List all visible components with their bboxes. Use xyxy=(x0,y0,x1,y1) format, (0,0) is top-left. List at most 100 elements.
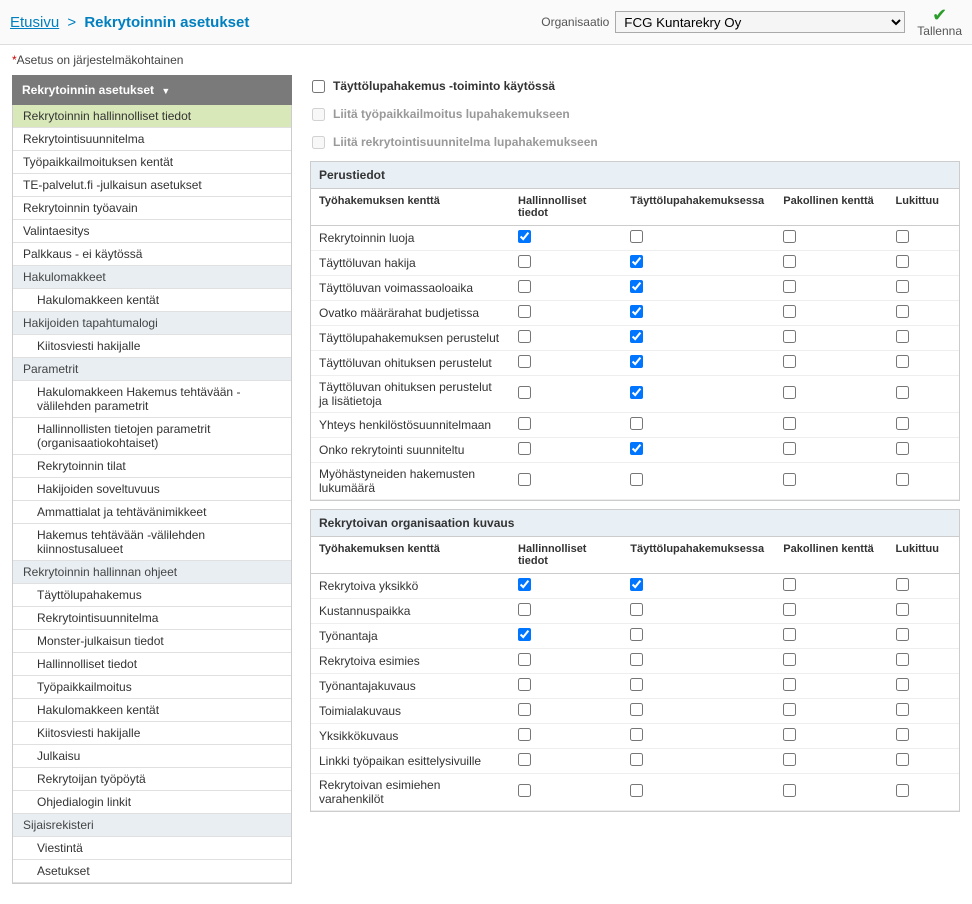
checkbox-h[interactable] xyxy=(518,417,531,430)
checkbox-h[interactable] xyxy=(518,678,531,691)
checkbox-l[interactable] xyxy=(896,442,909,455)
checkbox-t[interactable] xyxy=(630,784,643,797)
checkbox-t[interactable] xyxy=(630,280,643,293)
checkbox-h[interactable] xyxy=(518,305,531,318)
checkbox-p[interactable] xyxy=(783,703,796,716)
checkbox-p[interactable] xyxy=(783,280,796,293)
checkbox-h[interactable] xyxy=(518,703,531,716)
checkbox-l[interactable] xyxy=(896,678,909,691)
sidebar-item[interactable]: Ammattialat ja tehtävänimikkeet xyxy=(13,501,291,524)
checkbox-t[interactable] xyxy=(630,603,643,616)
sidebar-item[interactable]: Rekrytointisuunnitelma xyxy=(13,128,291,151)
checkbox-p[interactable] xyxy=(783,230,796,243)
sidebar-item[interactable]: Täyttölupahakemus xyxy=(13,584,291,607)
sidebar-item[interactable]: Hakulomakkeen kentät xyxy=(13,699,291,722)
sidebar-item[interactable]: Monster-julkaisun tiedot xyxy=(13,630,291,653)
organisation-select[interactable]: FCG Kuntarekry Oy xyxy=(615,11,905,33)
checkbox-h[interactable] xyxy=(518,330,531,343)
checkbox-t[interactable] xyxy=(630,628,643,641)
sidebar-item[interactable]: Asetukset xyxy=(13,860,291,883)
sidebar-item[interactable]: Sijaisrekisteri xyxy=(13,814,291,837)
checkbox-t[interactable] xyxy=(630,230,643,243)
sidebar-item[interactable]: Valintaesitys xyxy=(13,220,291,243)
checkbox-t[interactable] xyxy=(630,442,643,455)
option-checkbox[interactable] xyxy=(312,80,325,93)
checkbox-l[interactable] xyxy=(896,653,909,666)
checkbox-l[interactable] xyxy=(896,417,909,430)
checkbox-h[interactable] xyxy=(518,355,531,368)
checkbox-l[interactable] xyxy=(896,628,909,641)
checkbox-l[interactable] xyxy=(896,603,909,616)
sidebar-item[interactable]: Kiitosviesti hakijalle xyxy=(13,722,291,745)
checkbox-h[interactable] xyxy=(518,280,531,293)
checkbox-h[interactable] xyxy=(518,386,531,399)
sidebar-item[interactable]: TE-palvelut.fi -julkaisun asetukset xyxy=(13,174,291,197)
checkbox-p[interactable] xyxy=(783,728,796,741)
checkbox-p[interactable] xyxy=(783,753,796,766)
checkbox-p[interactable] xyxy=(783,386,796,399)
checkbox-t[interactable] xyxy=(630,255,643,268)
save-button[interactable]: ✔ Tallenna xyxy=(917,6,962,38)
checkbox-t[interactable] xyxy=(630,473,643,486)
sidebar-header[interactable]: Rekrytoinnin asetukset ▼ xyxy=(12,75,292,105)
breadcrumb-home[interactable]: Etusivu xyxy=(10,14,59,31)
checkbox-p[interactable] xyxy=(783,355,796,368)
checkbox-t[interactable] xyxy=(630,417,643,430)
checkbox-h[interactable] xyxy=(518,653,531,666)
sidebar-item[interactable]: Julkaisu xyxy=(13,745,291,768)
checkbox-t[interactable] xyxy=(630,386,643,399)
sidebar-item[interactable]: Rekrytoinnin hallinnolliset tiedot xyxy=(13,105,291,128)
sidebar-item[interactable]: Kiitosviesti hakijalle xyxy=(13,335,291,358)
checkbox-t[interactable] xyxy=(630,653,643,666)
checkbox-l[interactable] xyxy=(896,280,909,293)
checkbox-t[interactable] xyxy=(630,678,643,691)
checkbox-p[interactable] xyxy=(783,628,796,641)
sidebar-item[interactable]: Parametrit xyxy=(13,358,291,381)
sidebar-item[interactable]: Rekrytoinnin hallinnan ohjeet xyxy=(13,561,291,584)
checkbox-l[interactable] xyxy=(896,753,909,766)
checkbox-p[interactable] xyxy=(783,473,796,486)
checkbox-p[interactable] xyxy=(783,678,796,691)
checkbox-h[interactable] xyxy=(518,628,531,641)
checkbox-p[interactable] xyxy=(783,653,796,666)
sidebar-item[interactable]: Työpaikkailmoitus xyxy=(13,676,291,699)
sidebar-item[interactable]: Rekrytoinnin työavain xyxy=(13,197,291,220)
checkbox-h[interactable] xyxy=(518,753,531,766)
checkbox-l[interactable] xyxy=(896,578,909,591)
sidebar-item[interactable]: Rekrytoinnin tilat xyxy=(13,455,291,478)
sidebar-item[interactable]: Työpaikkailmoituksen kentät xyxy=(13,151,291,174)
checkbox-h[interactable] xyxy=(518,728,531,741)
sidebar-item[interactable]: Hakijoiden tapahtumalogi xyxy=(13,312,291,335)
checkbox-h[interactable] xyxy=(518,255,531,268)
checkbox-h[interactable] xyxy=(518,230,531,243)
sidebar-item[interactable]: Hallinnolliset tiedot xyxy=(13,653,291,676)
checkbox-p[interactable] xyxy=(783,603,796,616)
sidebar-item[interactable]: Hakulomakkeet xyxy=(13,266,291,289)
checkbox-t[interactable] xyxy=(630,305,643,318)
checkbox-t[interactable] xyxy=(630,355,643,368)
checkbox-t[interactable] xyxy=(630,753,643,766)
checkbox-p[interactable] xyxy=(783,784,796,797)
checkbox-h[interactable] xyxy=(518,603,531,616)
checkbox-p[interactable] xyxy=(783,330,796,343)
checkbox-l[interactable] xyxy=(896,305,909,318)
checkbox-l[interactable] xyxy=(896,230,909,243)
sidebar-item[interactable]: Hakemus tehtävään -välilehden kiinnostus… xyxy=(13,524,291,561)
checkbox-h[interactable] xyxy=(518,578,531,591)
checkbox-l[interactable] xyxy=(896,473,909,486)
checkbox-p[interactable] xyxy=(783,578,796,591)
checkbox-t[interactable] xyxy=(630,330,643,343)
sidebar-item[interactable]: Rekrytoijan työpöytä xyxy=(13,768,291,791)
checkbox-p[interactable] xyxy=(783,417,796,430)
checkbox-t[interactable] xyxy=(630,703,643,716)
sidebar-item[interactable]: Hakulomakkeen Hakemus tehtävään -välileh… xyxy=(13,381,291,418)
checkbox-h[interactable] xyxy=(518,442,531,455)
checkbox-l[interactable] xyxy=(896,784,909,797)
checkbox-t[interactable] xyxy=(630,728,643,741)
checkbox-l[interactable] xyxy=(896,355,909,368)
sidebar-item[interactable]: Rekrytointisuunnitelma xyxy=(13,607,291,630)
checkbox-l[interactable] xyxy=(896,728,909,741)
sidebar-item[interactable]: Hakulomakkeen kentät xyxy=(13,289,291,312)
checkbox-l[interactable] xyxy=(896,703,909,716)
checkbox-p[interactable] xyxy=(783,442,796,455)
